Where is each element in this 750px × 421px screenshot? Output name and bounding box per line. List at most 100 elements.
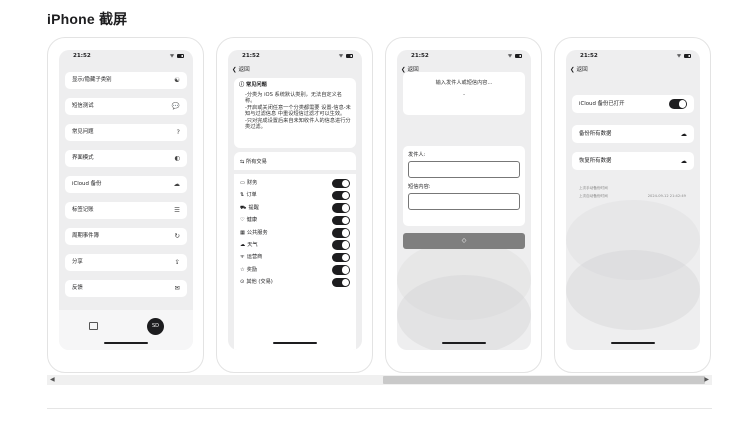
status-bar: 21:52 ᯤ [228,50,362,64]
home-indicator [273,342,317,344]
phone-screen: 21:52 ᯤ 显示/隐藏子类别 ☯ 短信测试 💬 常见问题? 界面模式 ◐ iClou… [59,50,193,350]
tag-icon: ◇ [461,237,467,244]
faq-title: ⓘ 常见问题 [239,82,267,88]
question-icon: ? [176,128,180,136]
tab-list-icon[interactable] [89,322,98,330]
content-label: 短信内容: [408,184,431,190]
tab-settings-button[interactable]: SD [147,318,164,335]
settings-item-appearance[interactable]: 界面模式 ◐ [65,150,187,167]
toggle-view-icon: ☯ [174,76,180,84]
scroll-left-arrow-icon[interactable]: ◀ [50,375,55,385]
list-icon: ☰ [174,206,180,214]
category-toggle[interactable] [332,277,350,288]
phone-screen: 21:52 ᯤ ❮ 返回 ⓘ 常见问题 -分类为 iOS 系统默认类别，无法自定义… [228,50,362,350]
sms-form: 发件人: 短信内容: [403,146,525,226]
auto-backup-time: 上次自动备份时间 2024-09-12 21:42:49 [579,194,686,198]
signal-icon: ᯤ [339,53,353,59]
repeat-icon: ↻ [174,232,180,240]
faq-line: -只对完成设置后来自未知收件人的信息进行分类过滤。 [245,117,351,131]
phone-screen: 21:52 ᯤ ❮ 返回 iCloud 备份已打开 备份所有数据 ☁ 恢复所有数据 ☁… [566,50,700,350]
icloud-toggle-row[interactable]: iCloud 备份已打开 [572,95,694,113]
home-indicator [442,342,486,344]
tab-bar: SD [59,310,193,350]
category-row: ☆ 奖励 [240,264,350,276]
manual-backup-time: 上次手动备份时间 [579,186,608,190]
category-toggle[interactable] [332,240,350,250]
phone-screen: 21:52 ᯤ ❮ 返回 输入发件人或短信内容... - 发件人: 短信内容: ◇ [397,50,531,350]
settings-item-sms-test[interactable]: 短信测试 💬 [65,98,187,115]
all-transactions-row[interactable]: ⇆ 所有交易 [234,152,356,170]
battery-icon [177,53,184,58]
screenshot-card-sms-test[interactable]: 21:52 ᯤ ❮ 返回 输入发件人或短信内容... - 发件人: 短信内容: ◇ [385,37,542,373]
faq-line: -分类为 iOS 系统默认类别，无法自定义名称。 [245,91,342,105]
weather-icon: ☁ [240,241,246,248]
category-switch-list: ▭ 财务 ⇅ 订单 ⛟ 提醒 ♡ 健康 ▦ 公共服务 ☁ 天气 ᯤ 运营商 ☆ 奖励 ⊙ 其他 (… [234,174,356,350]
category-toggle[interactable] [332,215,350,226]
status-time: 21:52 [580,53,598,59]
wave-decoration [566,250,700,330]
sender-input[interactable] [408,161,520,178]
status-time: 21:52 [73,53,91,59]
order-icon: ⇅ [240,192,245,199]
settings-item-subcategory[interactable]: 显示/隐藏子类别 ☯ [65,72,187,89]
status-time: 21:52 [411,53,429,59]
settings-item-icloud[interactable]: iCloud 备份 ☁ [65,176,187,193]
input-hint-box: 输入发件人或短信内容... - [403,72,525,115]
category-toggle[interactable] [332,265,350,275]
settings-item-share[interactable]: 分享 ⇪ [65,254,187,271]
status-bar: 21:52 ᯤ [397,50,531,64]
sender-label: 发件人: [408,152,426,158]
category-toggle[interactable] [332,203,350,213]
divider [47,408,712,409]
home-indicator [611,342,655,344]
battery-icon [515,53,522,58]
wave-decoration [397,275,531,350]
icloud-toggle[interactable] [669,99,687,109]
category-row: ▦ 公共服务 [240,227,350,239]
battery-icon [346,53,353,58]
category-toggle[interactable] [332,178,350,188]
settings-item-tags[interactable]: 标签记账 ☰ [65,202,187,219]
back-button[interactable]: ❮ 返回 [232,65,250,73]
faq-box: ⓘ 常见问题 -分类为 iOS 系统默认类别，无法自定义名称。 -开启或关闭任意… [234,78,356,148]
message-icon: 💬 [171,102,180,110]
category-row: ♡ 健康 [240,214,350,226]
scroll-right-arrow-icon[interactable]: ▶ [704,375,709,385]
category-row: ⛟ 提醒 [240,202,350,214]
finance-icon: ▭ [240,180,245,186]
screenshot-card-categories[interactable]: 21:52 ᯤ ❮ 返回 ⓘ 常见问题 -分类为 iOS 系统默认类别，无法自定义… [216,37,373,373]
settings-item-feedback[interactable]: 反馈 ✉ [65,280,187,297]
horizontal-scrollbar[interactable]: ◀ ▶ [47,375,712,385]
cloud-icon: ☁ [173,180,181,188]
category-toggle[interactable] [332,252,350,263]
faq-line: -开启或关闭任意一个分类都需要 设置-信息-未知与过滤信息 中重设短信过滤才可以… [245,104,351,118]
status-bar: 21:52 ᯤ [59,50,193,64]
scrollbar-thumb[interactable] [383,376,705,384]
screenshot-card-icloud[interactable]: 21:52 ᯤ ❮ 返回 iCloud 备份已打开 备份所有数据 ☁ 恢复所有数据 ☁… [554,37,711,373]
restore-row[interactable]: 恢复所有数据 ☁ [572,152,694,170]
test-button[interactable]: ◇ [403,233,525,249]
content-input[interactable] [408,193,520,210]
category-row: ⊙ 其他 (交易) [240,276,350,288]
page-title: iPhone 截屏 [47,11,128,27]
backup-row[interactable]: 备份所有数据 ☁ [572,125,694,143]
settings-item-recurring[interactable]: 周期事件簿 ↻ [65,228,187,245]
share-icon: ⇪ [174,258,180,266]
cloud-download-icon: ☁ [680,157,688,165]
cloud-upload-icon: ☁ [680,130,688,138]
settings-item-faq[interactable]: 常见问题? [65,124,187,141]
category-toggle[interactable] [332,228,350,238]
signal-icon: ᯤ [508,53,522,59]
category-toggle[interactable] [332,190,350,201]
signal-icon: ᯤ [170,53,184,59]
star-icon: ☆ [240,266,245,273]
building-icon: ▦ [240,229,245,236]
carrier-icon: ᯤ [240,254,245,261]
screenshot-card-settings[interactable]: 21:52 ᯤ 显示/隐藏子类别 ☯ 短信测试 💬 常见问题? 界面模式 ◐ iClou… [47,37,204,373]
mail-icon: ✉ [174,284,180,292]
category-row: ☁ 天气 [240,239,350,251]
signal-icon: ᯤ [677,53,691,59]
other-icon: ⊙ [240,279,245,286]
back-button[interactable]: ❮ 返回 [570,65,588,73]
appearance-icon: ◐ [174,154,180,162]
